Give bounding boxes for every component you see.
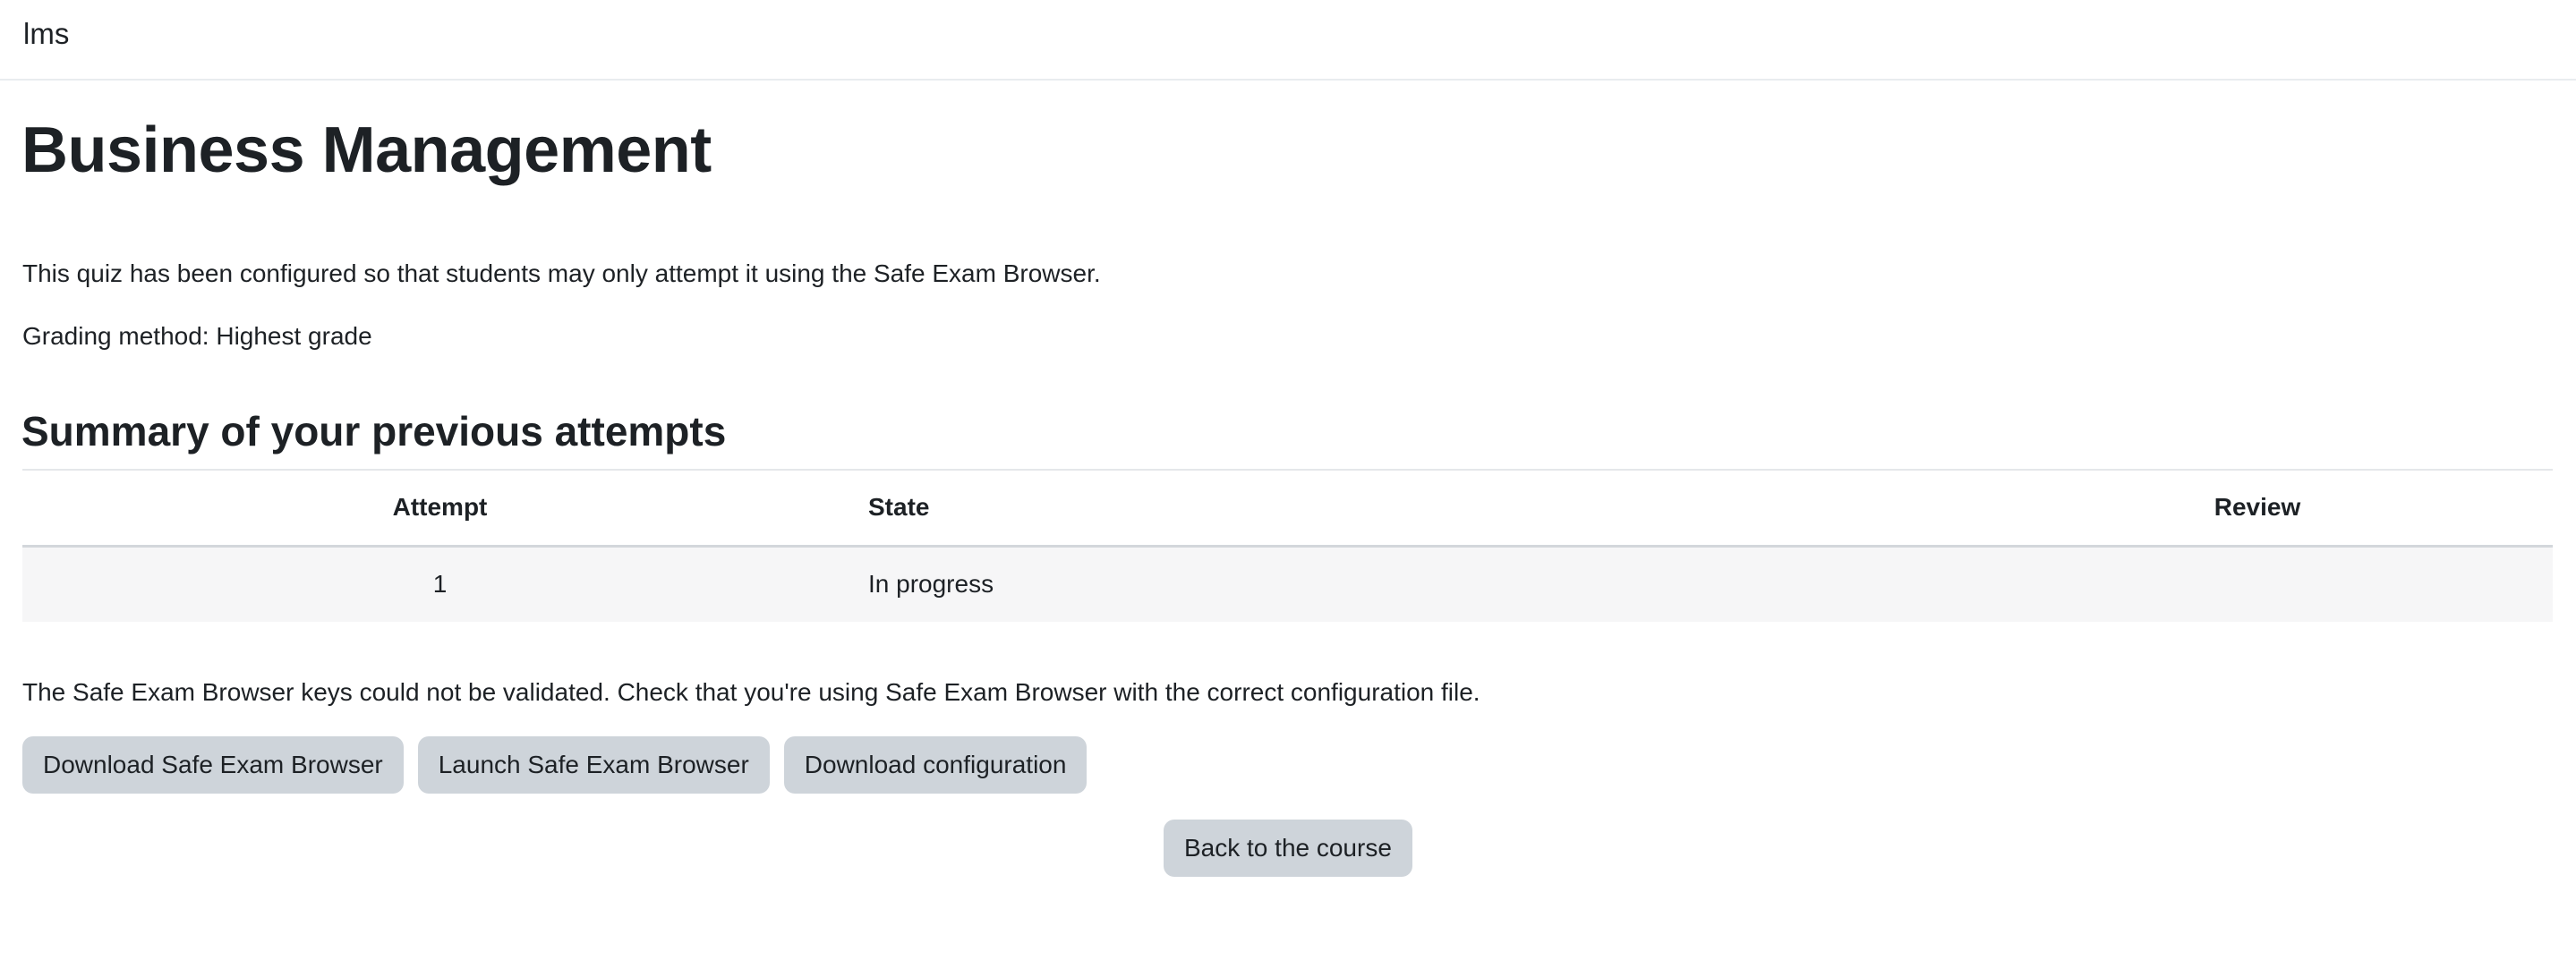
attempts-summary-heading: Summary of your previous attempts [21,408,727,455]
launch-seb-button[interactable]: Launch Safe Exam Browser [417,736,770,794]
table-header-row: Attempt State Review [22,470,2553,546]
column-header-attempt: Attempt [392,493,488,522]
grading-method: Grading method: Highest grade [22,322,372,350]
column-header-state: State [868,493,930,522]
seb-button-group: Download Safe Exam Browser Launch Safe E… [22,736,1088,794]
back-to-course-button[interactable]: Back to the course [1164,820,1412,877]
download-configuration-button[interactable]: Download configuration [783,736,1088,794]
page-title: Business Management [21,115,712,186]
download-seb-button[interactable]: Download Safe Exam Browser [22,736,404,794]
quiz-seb-info: This quiz has been configured so that st… [22,259,1101,287]
attempt-review-cell [1962,546,2553,622]
table-row: 1 In progress [22,546,2553,622]
attempt-number-cell: 1 [432,570,448,599]
attempts-table: Attempt State Review 1 In progress [22,469,2553,622]
column-header-review: Review [2213,493,2301,522]
attempt-state-cell: In progress [868,570,994,599]
top-navbar: lms [0,0,2576,81]
site-brand-link[interactable]: lms [23,16,69,52]
seb-validation-message: The Safe Exam Browser keys could not be … [22,678,1480,706]
